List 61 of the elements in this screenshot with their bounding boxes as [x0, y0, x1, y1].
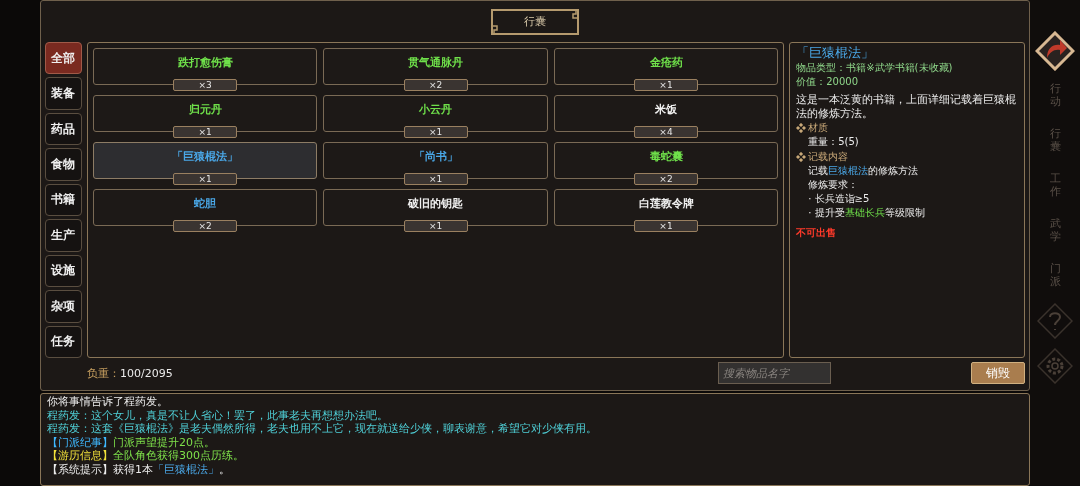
item-count: ×1: [403, 220, 468, 232]
log-line: 你将事情告诉了程药发。: [47, 395, 169, 409]
diamond-bullet-icon: [796, 123, 807, 133]
item-count: ×1: [634, 79, 698, 91]
detail-line: 记载巨猿棍法的修炼方法: [807, 164, 920, 178]
detail-line: 修炼要求：: [807, 178, 860, 192]
log-line: 程药发：这套《巨猿棍法》是老夫偶然所得，老夫也用不上它，现在就送给少侠，聊表谢意，希望它对少侠有用。: [47, 422, 598, 436]
item-name: 金疮药: [649, 56, 683, 70]
section-heading: 记载内容: [808, 150, 849, 164]
diamond-bullet-icon: [796, 152, 807, 162]
detail-line: · 提升受基础长兵等级限制: [807, 206, 926, 220]
item-count: ×2: [403, 79, 468, 91]
help-icon[interactable]: [1037, 302, 1073, 339]
log-line: 【门派纪事】门派声望提升20点。: [47, 435, 216, 449]
settings-icon[interactable]: [1037, 347, 1073, 384]
category-tab[interactable]: 任务: [45, 325, 82, 358]
item-name: 蛇胆: [194, 197, 217, 211]
category-tab[interactable]: 全部: [45, 42, 82, 75]
weight-value: 100/2095: [120, 366, 173, 380]
item-title: 「巨猿棍法」: [796, 45, 876, 61]
category-tab[interactable]: 食物: [45, 148, 82, 181]
section-heading: 材质: [808, 121, 829, 135]
weight-label: 负重：: [87, 365, 120, 381]
item-name: 跌打愈伤膏: [177, 56, 233, 70]
item-count: ×1: [403, 126, 468, 138]
item-description: 这是一本泛黄的书籍，上面详细记载着巨猿棍法的修炼方法。: [796, 92, 1018, 120]
title-text: 行囊: [524, 14, 546, 29]
item-count: ×1: [173, 126, 238, 138]
search-field[interactable]: 搜索物品名字: [717, 362, 831, 384]
unsellable-note: 不可出售: [796, 226, 838, 240]
item-count: ×2: [634, 173, 698, 185]
item-count: ×3: [173, 79, 238, 91]
item-name: 「巨猿棍法」: [172, 150, 239, 164]
item-name: 毒蛇囊: [649, 150, 683, 164]
item-name: 「尚书」: [413, 150, 458, 164]
redo-arrow-icon[interactable]: [1035, 30, 1075, 71]
item-name: 米饭: [655, 103, 677, 117]
item-type: 物品类型：书籍※武学书籍(未收藏): [796, 61, 954, 75]
item-value: 价值：20000: [796, 75, 860, 89]
item-name: 破旧的钥匙: [408, 197, 464, 211]
item-count: ×1: [403, 173, 468, 185]
category-tab[interactable]: 设施: [45, 254, 82, 288]
detail-line: 重量：5(5): [807, 135, 860, 149]
category-tab[interactable]: 药品: [45, 112, 82, 146]
category-tab[interactable]: 书籍: [45, 183, 82, 217]
item-count: ×2: [173, 220, 238, 232]
item-name: 贯气通脉丹: [408, 56, 464, 70]
item-name: 归元丹: [188, 103, 222, 117]
item-name: 小云丹: [419, 103, 453, 117]
detail-line: · 长兵造诣≥5: [807, 192, 871, 206]
destroy-button[interactable]: 销毁: [971, 362, 1025, 384]
item-name: 白莲教令牌: [638, 197, 694, 211]
log-line: 【游历信息】全队角色获得300点历练。: [47, 449, 245, 463]
log-line: 程药发：这个女儿，真是不让人省心！罢了，此事老夫再想想办法吧。: [47, 408, 389, 422]
category-tab[interactable]: 生产: [45, 219, 82, 252]
item-count: ×4: [634, 126, 698, 138]
item-count: ×1: [634, 220, 698, 232]
log-line: 【系统提示】获得1本「巨猿棍法」。: [47, 462, 231, 476]
category-tab[interactable]: 装备: [45, 77, 82, 110]
category-tab[interactable]: 杂项: [45, 290, 82, 323]
item-count: ×1: [173, 173, 238, 185]
